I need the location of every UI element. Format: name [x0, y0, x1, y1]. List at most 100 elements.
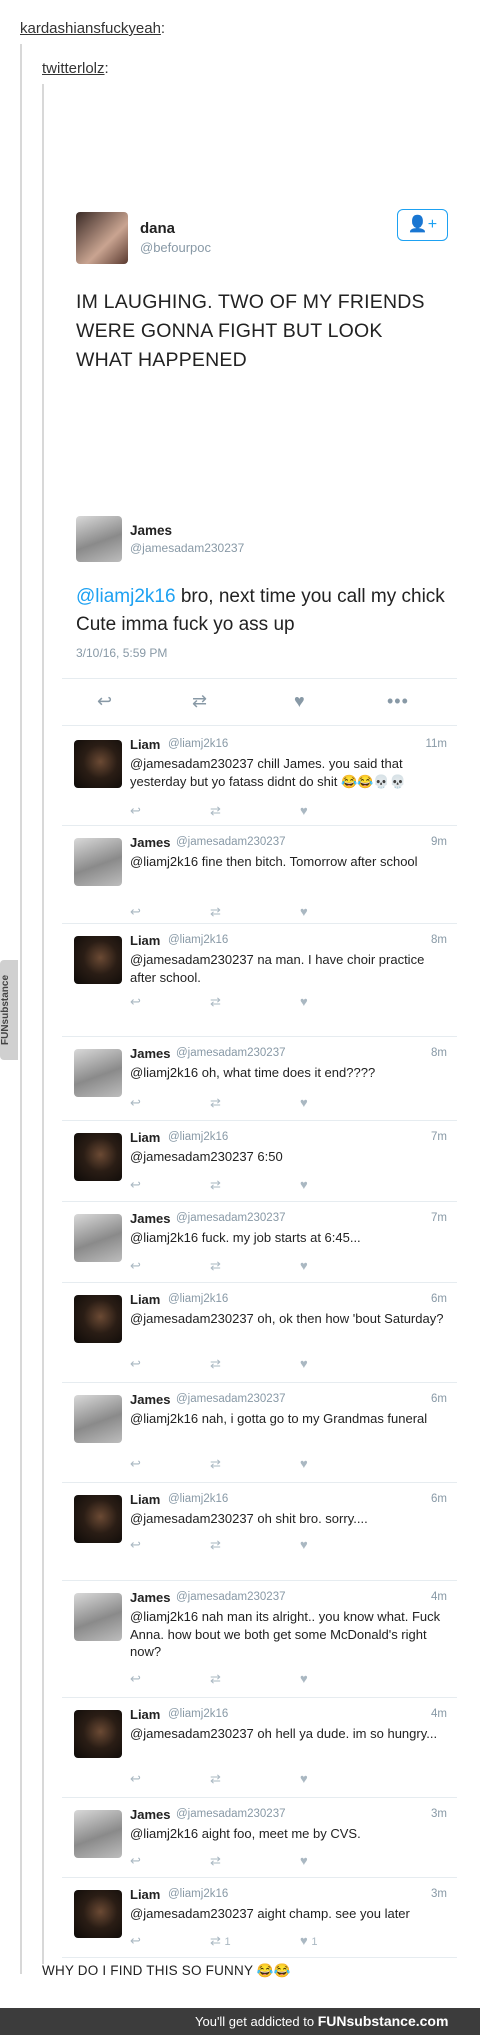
footer-brand[interactable]: FUNsubstance.com [318, 2013, 449, 2029]
reply-author-handle[interactable]: @liamj2k16 [168, 1888, 228, 1900]
heart-icon[interactable]: ♥ [300, 1771, 308, 1786]
reply-author-name[interactable]: Liam [130, 1292, 160, 1307]
tweet-author-name[interactable]: dana [140, 220, 175, 237]
heart-icon[interactable]: ♥ [300, 1456, 308, 1471]
reply-tweet[interactable]: Liam @liamj2k16 3m @jamesadam230237 aigh… [62, 1878, 457, 1958]
reply-author-name[interactable]: James [130, 1392, 170, 1407]
reply-icon[interactable]: ↩ [130, 803, 141, 819]
reply-author-handle[interactable]: @liamj2k16 [168, 934, 228, 946]
retweet-icon[interactable]: ⇄ [210, 1456, 221, 1472]
retweet-icon[interactable]: ⇄ [210, 1771, 221, 1787]
retweet-icon[interactable]: ⇄ [210, 1177, 221, 1193]
reply-author-name[interactable]: Liam [130, 737, 160, 752]
avatar[interactable] [76, 516, 122, 562]
follow-button[interactable]: 👤+ [397, 209, 448, 241]
reply-author-handle[interactable]: @jamesadam230237 [176, 1047, 286, 1059]
retweet-icon[interactable]: ⇄ [210, 1671, 221, 1687]
reply-tweet[interactable]: James @jamesadam230237 4m @liamj2k16 nah… [62, 1581, 457, 1698]
reply-time[interactable]: 8m [431, 934, 447, 946]
reply-icon[interactable]: ↩ [130, 1258, 141, 1274]
heart-icon[interactable]: ♥ [300, 1177, 308, 1192]
avatar[interactable] [74, 1593, 122, 1641]
avatar[interactable] [74, 1495, 122, 1543]
reply-author-handle[interactable]: @jamesadam230237 [176, 1591, 286, 1603]
reply-author-handle[interactable]: @liamj2k16 [168, 1293, 228, 1305]
avatar[interactable] [74, 936, 122, 984]
avatar[interactable] [74, 740, 122, 788]
reply-author-name[interactable]: James [130, 1046, 170, 1061]
reply-time[interactable]: 6m [431, 1393, 447, 1405]
retweet-icon[interactable]: ⇄ [210, 904, 221, 920]
tweet-author-handle[interactable]: @befourpoc [140, 240, 211, 255]
reply-time[interactable]: 6m [431, 1493, 447, 1505]
heart-icon[interactable]: ♥ [300, 1356, 308, 1371]
avatar[interactable] [74, 1295, 122, 1343]
heart-icon[interactable]: ♥ [300, 803, 308, 818]
reply-time[interactable]: 7m [431, 1131, 447, 1143]
reply-tweet[interactable]: James @jamesadam230237 6m @liamj2k16 nah… [62, 1383, 457, 1483]
reply-author-handle[interactable]: @jamesadam230237 [176, 1393, 286, 1405]
reply-time[interactable]: 3m [431, 1888, 447, 1900]
mention-link[interactable]: @liamj2k16 [76, 586, 176, 607]
retweet-icon[interactable]: ⇄ [210, 803, 221, 819]
reply-tweet[interactable]: Liam @liamj2k16 8m @jamesadam230237 na m… [62, 924, 457, 1037]
avatar[interactable] [74, 1395, 122, 1443]
heart-icon[interactable]: ♥ 1 [300, 1933, 317, 1948]
reply-icon[interactable]: ↩ [130, 1771, 141, 1787]
reblog-link-1[interactable]: kardashiansfuckyeah [20, 20, 161, 37]
reply-tweet[interactable]: Liam @liamj2k16 11m @jamesadam230237 chi… [62, 728, 457, 826]
reply-icon[interactable]: ↩ [130, 994, 141, 1010]
reply-tweet[interactable]: James @jamesadam230237 3m @liamj2k16 aig… [62, 1798, 457, 1878]
reply-tweet[interactable]: James @jamesadam230237 7m @liamj2k16 fuc… [62, 1202, 457, 1283]
reply-author-handle[interactable]: @liamj2k16 [168, 738, 228, 750]
retweet-icon[interactable]: ⇄ [192, 691, 207, 712]
reblog-link-2[interactable]: twitterlolz [42, 60, 105, 77]
heart-icon[interactable]: ♥ [300, 1537, 308, 1552]
heart-icon[interactable]: ♥ [294, 691, 305, 712]
reply-author-handle[interactable]: @liamj2k16 [168, 1131, 228, 1143]
tweet-date[interactable]: 3/10/16, 5:59 PM [76, 646, 167, 660]
retweet-icon[interactable]: ⇄ [210, 1258, 221, 1274]
heart-icon[interactable]: ♥ [300, 1671, 308, 1686]
reply-icon[interactable]: ↩ [130, 1177, 141, 1193]
reply-time[interactable]: 8m [431, 1047, 447, 1059]
reply-time[interactable]: 4m [431, 1591, 447, 1603]
reply-icon[interactable]: ↩ [97, 691, 112, 712]
reply-icon[interactable]: ↩ [130, 1095, 141, 1111]
reply-tweet[interactable]: James @jamesadam230237 8m @liamj2k16 oh,… [62, 1037, 457, 1121]
reply-author-name[interactable]: Liam [130, 1492, 160, 1507]
reblog-source-1[interactable]: kardashiansfuckyeah: [20, 20, 165, 37]
reply-time[interactable]: 6m [431, 1293, 447, 1305]
avatar[interactable] [74, 838, 122, 886]
retweet-icon[interactable]: ⇄ [210, 1095, 221, 1111]
reply-author-name[interactable]: Liam [130, 1707, 160, 1722]
reply-tweet[interactable]: James @jamesadam230237 9m @liamj2k16 fin… [62, 826, 457, 924]
reply-author-handle[interactable]: @jamesadam230237 [176, 1212, 286, 1224]
avatar[interactable] [74, 1214, 122, 1262]
reblog-source-2[interactable]: twitterlolz: [42, 60, 109, 77]
avatar[interactable] [74, 1049, 122, 1097]
reply-icon[interactable]: ↩ [130, 1853, 141, 1869]
retweet-icon[interactable]: ⇄ [210, 1537, 221, 1553]
reply-author-name[interactable]: James [130, 835, 170, 850]
reply-time[interactable]: 7m [431, 1212, 447, 1224]
reply-tweet[interactable]: Liam @liamj2k16 6m @jamesadam230237 oh, … [62, 1283, 457, 1383]
heart-icon[interactable]: ♥ [300, 994, 308, 1009]
reply-tweet[interactable]: Liam @liamj2k16 4m @jamesadam230237 oh h… [62, 1698, 457, 1798]
reply-icon[interactable]: ↩ [130, 1671, 141, 1687]
reply-icon[interactable]: ↩ [130, 1356, 141, 1372]
avatar[interactable] [74, 1710, 122, 1758]
reply-time[interactable]: 3m [431, 1808, 447, 1820]
reply-author-name[interactable]: James [130, 1807, 170, 1822]
quoted-author-name[interactable]: James [130, 523, 172, 538]
reply-author-name[interactable]: Liam [130, 1887, 160, 1902]
reply-icon[interactable]: ↩ [130, 1933, 141, 1949]
retweet-icon[interactable]: ⇄ [210, 1853, 221, 1869]
retweet-icon[interactable]: ⇄ [210, 1356, 221, 1372]
avatar[interactable] [74, 1810, 122, 1858]
reply-author-handle[interactable]: @liamj2k16 [168, 1708, 228, 1720]
avatar[interactable] [74, 1890, 122, 1938]
reply-author-name[interactable]: James [130, 1211, 170, 1226]
avatar[interactable] [74, 1133, 122, 1181]
reply-time[interactable]: 9m [431, 836, 447, 848]
